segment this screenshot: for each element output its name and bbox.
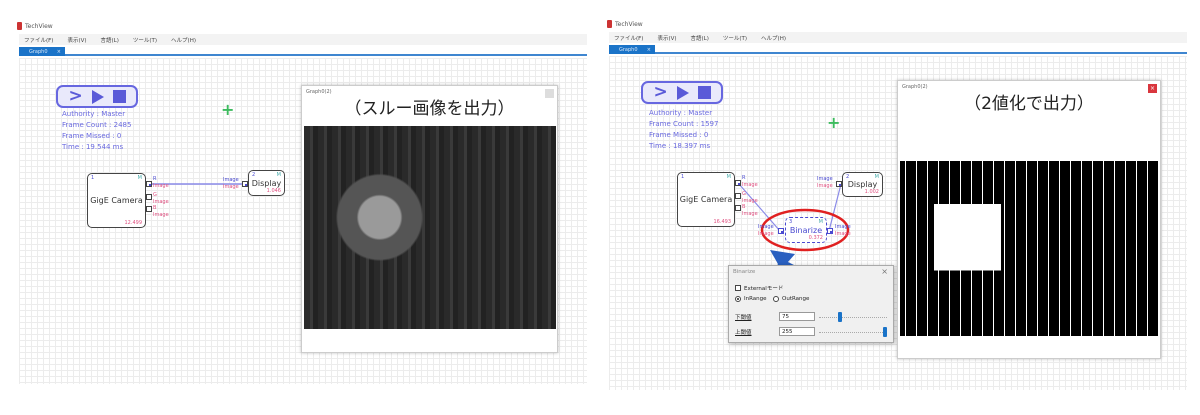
- outrange-radio[interactable]: OutRange: [773, 296, 809, 302]
- inrange-radio[interactable]: InRange: [735, 296, 767, 302]
- checkbox-icon[interactable]: [735, 285, 741, 291]
- port-label: B: [153, 205, 157, 211]
- preview-window: Graph0(2) （スルー画像を出力）: [301, 85, 558, 353]
- port-label: Image: [835, 231, 851, 237]
- port-label: Image: [223, 184, 239, 190]
- port-label: B: [742, 204, 746, 210]
- preview-caption: （2値化で出力）: [964, 94, 1094, 114]
- node-id: 3: [789, 219, 793, 225]
- outrange-label: OutRange: [782, 296, 810, 302]
- node-id: 2: [846, 174, 850, 180]
- node-time: 1.046: [266, 188, 281, 194]
- port-label: Image: [758, 224, 774, 230]
- upper-threshold-input[interactable]: 255: [779, 327, 815, 336]
- node-time: 12.499: [124, 220, 143, 226]
- port-label: Image: [153, 183, 169, 189]
- port-label: Image: [817, 176, 833, 182]
- node-id: 1: [681, 174, 685, 180]
- node-mode: M: [818, 219, 823, 225]
- node-id: 1: [91, 175, 95, 181]
- binarize-port-in[interactable]: [778, 228, 784, 234]
- external-mode-label: Externalモード: [744, 286, 784, 292]
- binarize-dialog: Binarize × Externalモード InRange OutRange …: [728, 265, 894, 343]
- lower-threshold-label: 下閾値: [735, 315, 752, 321]
- camera-port-g[interactable]: [735, 193, 741, 199]
- port-label: Image: [742, 182, 758, 188]
- port-label: Image: [817, 183, 833, 189]
- port-label: Image: [758, 231, 774, 237]
- node-mode: M: [137, 175, 142, 181]
- camera-port-b[interactable]: [735, 205, 741, 211]
- port-label: Image: [153, 212, 169, 218]
- dialog-close-icon[interactable]: ×: [881, 267, 888, 276]
- lower-threshold-slider-track[interactable]: [819, 317, 887, 318]
- binarize-node[interactable]: 3 M Binarize 0.372: [785, 217, 827, 243]
- node-time: 1.002: [864, 189, 879, 195]
- node-mode: M: [726, 174, 731, 180]
- node-name: Binarize: [789, 225, 823, 235]
- upper-threshold-slider-thumb[interactable]: [883, 327, 887, 337]
- port-label: R: [742, 175, 746, 181]
- camera-image-binarized: [900, 161, 1158, 336]
- port-label: G: [153, 192, 157, 198]
- node-mode: M: [276, 172, 281, 178]
- gige-camera-node[interactable]: 1 M GigE Camera 16.493: [677, 172, 735, 227]
- port-label: Image: [223, 177, 239, 183]
- node-id: 2: [252, 172, 256, 178]
- port-label: R: [153, 176, 157, 182]
- lower-threshold-input[interactable]: 75: [779, 312, 815, 321]
- preview-caption: （スルー画像を出力）: [344, 99, 515, 119]
- binarize-port-out[interactable]: [827, 228, 833, 234]
- node-name: Display: [847, 180, 878, 189]
- lower-threshold-slider-thumb[interactable]: [837, 312, 842, 322]
- upper-threshold-slider-track[interactable]: [819, 332, 887, 333]
- camera-port-g[interactable]: [146, 194, 152, 200]
- port-label: Image: [835, 224, 851, 230]
- preview-window: Graph0(2) × （2値化で出力）: [897, 80, 1161, 359]
- node-time: 0.372: [808, 235, 823, 241]
- port-label: Image: [742, 211, 758, 217]
- external-mode-checkbox[interactable]: Externalモード: [735, 284, 783, 292]
- display-node[interactable]: 2 M Display 1.046: [248, 170, 285, 196]
- node-name: GigE Camera: [90, 196, 143, 205]
- inrange-label: InRange: [744, 296, 767, 302]
- port-label: G: [742, 191, 746, 197]
- camera-port-r[interactable]: [146, 181, 152, 187]
- node-mode: M: [874, 174, 879, 180]
- gige-camera-node[interactable]: 1 M GigE Camera 12.499: [87, 173, 146, 228]
- radio-icon[interactable]: [773, 296, 779, 302]
- display-node[interactable]: 2 M Display 1.002: [842, 172, 883, 197]
- dialog-title: Binarize: [733, 269, 756, 275]
- upper-threshold-label: 上閾値: [735, 330, 752, 336]
- camera-image-grayscale: [304, 126, 556, 329]
- radio-selected-icon[interactable]: [735, 296, 741, 302]
- node-name: Display: [251, 178, 282, 188]
- camera-port-r[interactable]: [735, 180, 741, 186]
- node-name: GigE Camera: [679, 195, 733, 204]
- camera-port-b[interactable]: [146, 206, 152, 212]
- node-time: 16.493: [713, 219, 732, 225]
